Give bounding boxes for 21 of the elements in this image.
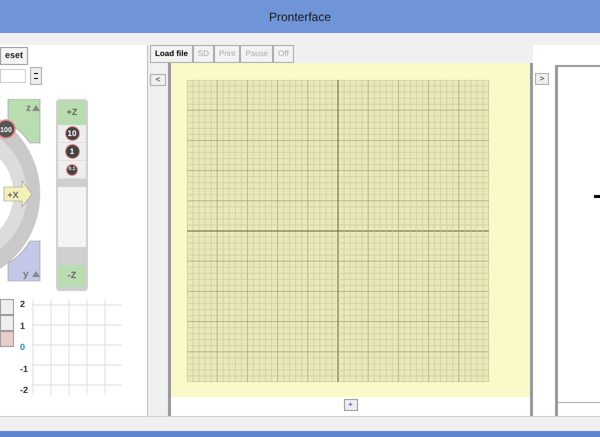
add-button[interactable]: + [344, 399, 358, 411]
reset-button[interactable]: eset [0, 47, 28, 65]
z-down-label: -Z [68, 269, 76, 282]
window-title: Pronterface [268, 8, 332, 26]
axis-label: 2 [20, 299, 26, 309]
dash-mark [594, 195, 600, 198]
z-step-badge[interactable]: 10 [64, 126, 80, 141]
collapse-button[interactable]: < [150, 74, 166, 86]
input-field[interactable] [0, 69, 26, 83]
axis-label: -1 [20, 364, 28, 374]
side-button[interactable] [0, 299, 14, 315]
axis-label: 0 [20, 342, 26, 352]
z-up-label: +Z [66, 106, 78, 120]
toolbar-button[interactable]: Load file [150, 45, 193, 63]
expand-button[interactable]: > [535, 73, 549, 85]
spin-buttons[interactable] [30, 67, 42, 85]
side-button[interactable] [0, 331, 14, 347]
side-button[interactable] [0, 315, 14, 331]
z-step-badge[interactable]: 1 [64, 144, 80, 159]
axis-label: -2 [20, 385, 28, 395]
axis-label: 1 [20, 320, 26, 330]
